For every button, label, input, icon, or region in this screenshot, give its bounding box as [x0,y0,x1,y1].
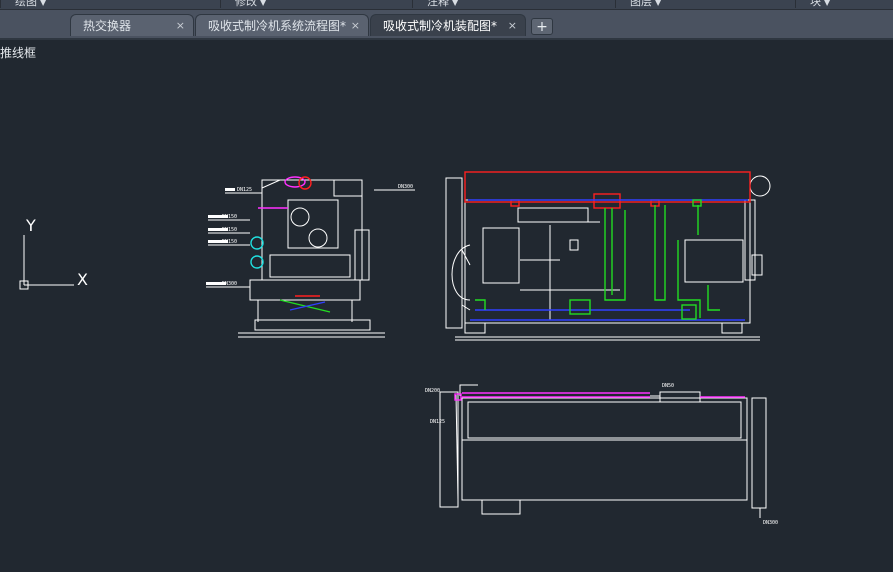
ribbon-panel-modify[interactable]: 修改 ▼ [220,0,266,8]
side-elevation-view [206,179,415,338]
drawing-canvas[interactable]: Y X DN125 DN150 DN150 DN150 DN300 DN300 … [0,40,893,572]
chevron-down-icon: ▼ [655,0,662,7]
tab-label: 热交换器 [83,19,132,33]
ribbon-panel-layers[interactable]: 图层 ▼ [615,0,661,8]
nozzle-label: DN300 [763,520,778,526]
side-view-nozzle-labels: DN125 DN150 DN150 DN150 DN300 DN300 [222,184,413,287]
close-icon[interactable]: × [508,15,517,37]
side-view-piping [250,176,331,313]
nozzle-label: DN300 [222,281,237,287]
ribbon-panel-label: 块 [810,0,821,8]
nozzle-label: DN300 [398,184,413,190]
ribbon-panel-label: 绘图 [15,0,37,8]
nozzle-label: DN50 [662,383,674,389]
nozzle-label: DN150 [222,227,237,233]
ribbon-panel-label: 修改 [235,0,257,8]
tab-assembly-drawing[interactable]: 吸收式制冷机装配图* × [370,14,526,36]
plan-view-nozzle-labels: DN200 DN125 DN50 DN300 [425,383,778,526]
nozzle-label: DN125 [237,187,252,193]
tab-label: 吸收式制冷机系统流程图* [208,19,347,33]
ribbon-panel-annotate[interactable]: 注释 ▼ [412,0,458,8]
chevron-down-icon: ▼ [40,0,47,7]
chevron-down-icon: ▼ [260,0,267,7]
tab-label: 吸收式制冷机装配图* [383,19,498,33]
front-view-piping [464,171,751,321]
tab-system-flowchart[interactable]: 吸收式制冷机系统流程图* × [195,14,369,36]
ribbon-panel-bar: 绘图 ▼ 修改 ▼ 注释 ▼ 图层 ▼ 块 ▼ [0,0,893,10]
file-tab-bar: 热交换器 × 吸收式制冷机系统流程图* × 吸收式制冷机装配图* × + [0,10,893,40]
new-tab-button[interactable]: + [531,18,553,35]
chevron-down-icon: ▼ [824,0,831,7]
nozzle-label: DN200 [425,388,440,394]
nozzle-label: DN150 [222,214,237,220]
close-icon[interactable]: × [176,15,185,37]
tab-heat-exchanger[interactable]: 热交换器 × [70,14,194,36]
ucs-x-label: X [77,270,88,289]
ribbon-panel-label: 图层 [630,0,652,8]
ucs-y-label: Y [25,216,36,235]
ucs-icon: Y X [19,216,88,290]
plan-view-piping [454,392,745,401]
ribbon-panel-label: 注释 [427,0,449,8]
ribbon-panel-draw[interactable]: 绘图 ▼ [0,0,46,8]
chevron-down-icon: ▼ [452,0,459,7]
close-icon[interactable]: × [351,15,360,37]
nozzle-label: DN125 [430,419,445,425]
plan-view [439,384,767,518]
ribbon-panel-block[interactable]: 块 ▼ [795,0,830,8]
nozzle-label: DN150 [222,239,237,245]
